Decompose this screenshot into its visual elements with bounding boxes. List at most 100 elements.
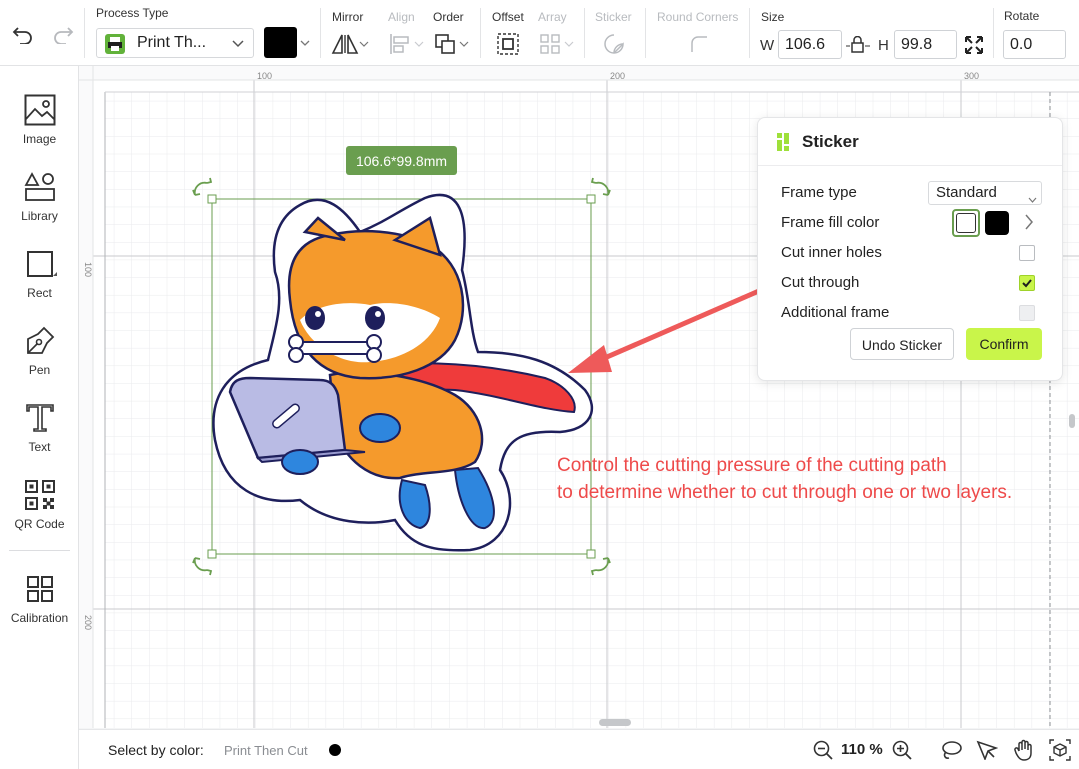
height-label: H [878,37,889,54]
zoom-out-icon[interactable] [812,739,834,761]
cut-through-checkbox[interactable] [1019,275,1035,291]
sticker-icon[interactable] [602,32,626,56]
mirror-icon[interactable] [330,32,370,56]
chevron-down-icon[interactable] [299,38,311,48]
ruler-top-label: 300 [964,71,980,81]
order-icon[interactable] [433,32,471,56]
toolbar-divider [993,8,994,58]
fill-color-black[interactable] [985,211,1009,235]
dimension-label: 106.6*99.8mm [346,146,457,175]
sticker-panel-icon [776,133,790,151]
frame-type-label: Frame type [781,184,857,201]
cut-through-label: Cut through [781,274,860,291]
sidebar-item-label: QR Code [14,517,65,531]
chevron-right-icon[interactable] [1024,214,1034,235]
select-by-color-value[interactable]: Print Then Cut [224,743,308,758]
panel-divider [758,165,1062,166]
sidebar-item-pen[interactable]: Pen [0,321,79,377]
fill-color-white[interactable] [952,209,980,237]
checkmark-icon [1022,279,1032,288]
sidebar-item-text[interactable]: Text [0,398,79,454]
library-icon [0,167,79,207]
sidebar-item-label: Pen [28,363,51,377]
size-label: Size [761,10,785,24]
array-icon[interactable] [538,32,576,56]
color-dot[interactable] [329,744,341,756]
process-type-label: Process Type [96,6,169,20]
sticker-panel-title: Sticker [802,132,859,151]
annotation-line: to determine whether to cut through one … [557,482,1013,503]
ruler-left-label: 200 [83,615,93,631]
array-label: Array [538,10,567,24]
ruler-top-label: 100 [257,71,273,81]
sidebar-item-image[interactable]: Image [0,90,79,146]
calibration-icon [0,569,79,609]
mirror-label: Mirror [332,10,364,24]
toolbar-divider [645,8,646,58]
select-arrow-icon[interactable] [975,739,999,761]
rect-icon [0,244,79,284]
zoom-in-icon[interactable] [891,739,913,761]
text-icon [0,398,79,438]
redo-icon[interactable] [50,22,76,46]
frame-type-value: Standard [936,184,997,201]
fit-size-icon[interactable] [962,34,986,56]
sidebar-item-label: Text [28,440,51,454]
width-input[interactable]: 106.6 [778,30,842,59]
undo-icon[interactable] [10,22,36,46]
sidebar-item-label: Calibration [10,611,69,625]
process-type-value: Print Th... [137,34,207,51]
sticker-label: Sticker [595,10,632,24]
3d-view-icon[interactable] [1048,739,1072,761]
offset-icon[interactable] [496,32,520,56]
undo-sticker-button[interactable]: Undo Sticker [850,328,954,360]
frame-fill-color-label: Frame fill color [781,214,880,231]
printer-icon [104,33,126,55]
lasso-icon[interactable] [939,739,963,761]
align-icon[interactable] [387,32,425,56]
select-by-color-label: Select by color: [108,742,204,758]
sidebar-item-rect[interactable]: Rect [0,244,79,300]
cut-inner-holes-checkbox[interactable] [1019,245,1035,261]
color-swatch[interactable] [264,27,297,58]
left-sidebar: Image Library Rect Pen Text QR Code Cali… [0,66,79,769]
sidebar-item-label: Library [21,209,58,223]
ruler-top-label: 200 [610,71,626,81]
round-corners-icon[interactable] [688,32,710,56]
align-label: Align [388,10,415,24]
additional-frame-label: Additional frame [781,304,890,321]
sticker-panel: Sticker Frame type Standard Frame fill c… [757,117,1063,381]
sidebar-item-label: Image [22,132,57,146]
toolbar-divider [320,8,321,58]
rotate-input[interactable]: 0.0 [1003,30,1066,59]
qr-code-icon [0,475,79,515]
sidebar-item-label: Rect [27,286,52,300]
toolbar-divider [749,8,750,58]
image-icon [0,90,79,130]
rotate-label: Rotate [1004,9,1040,23]
lock-icon[interactable] [846,34,870,56]
pen-icon [0,321,79,361]
sidebar-item-library[interactable]: Library [0,167,79,223]
annotation-text: Control the cutting pressure of the cutt… [557,452,1077,506]
frame-type-select[interactable]: Standard [928,181,1042,205]
width-label: W [760,37,775,54]
pan-hand-icon[interactable] [1012,738,1036,762]
status-bar: Select by color: Print Then Cut 110 % [79,729,1079,769]
top-toolbar: Process Type Print Th... Mirror Align Or… [0,0,1079,66]
offset-label: Offset [492,10,524,24]
toolbar-divider [584,8,585,58]
zoom-value: 110 % [841,741,883,758]
order-label: Order [433,10,464,24]
cut-inner-holes-label: Cut inner holes [781,244,882,261]
additional-frame-checkbox[interactable] [1019,305,1035,321]
sidebar-item-calibration[interactable]: Calibration [0,569,79,625]
sidebar-item-qr-code[interactable]: QR Code [0,475,79,531]
chevron-down-icon [231,37,245,51]
toolbar-divider [84,8,85,58]
height-input[interactable]: 99.8 [894,30,957,59]
process-type-select[interactable]: Print Th... [96,28,254,58]
annotation-line: Control the cutting pressure of the cutt… [557,455,947,476]
confirm-button[interactable]: Confirm [966,328,1042,360]
sidebar-divider [9,550,70,551]
